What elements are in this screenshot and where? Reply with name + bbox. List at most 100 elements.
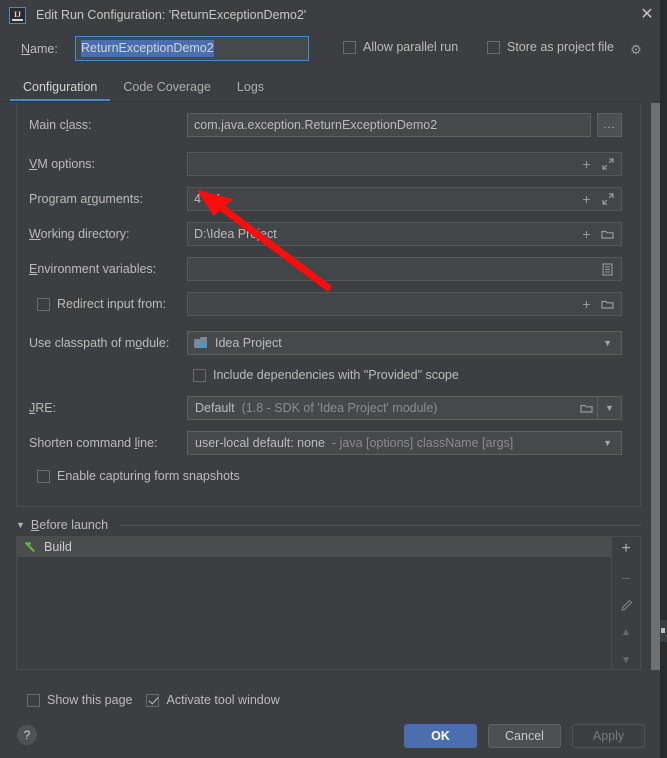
plus-icon[interactable]: + — [580, 192, 593, 206]
add-button[interactable]: + — [616, 541, 636, 557]
activate-tool-window-box — [146, 693, 160, 707]
name-input-value: ReturnExceptionDemo2 — [81, 40, 214, 57]
jre-row: JRE: Default (1.8 - SDK of 'Idea Project… — [17, 396, 642, 420]
folder-icon[interactable] — [580, 402, 593, 415]
list-item[interactable]: Build — [17, 537, 611, 557]
enable-capturing-box — [37, 469, 50, 483]
before-launch-header[interactable]: ▼ Before launch — [16, 516, 641, 534]
before-launch-toolbar: + – ▲ ▼ — [611, 537, 640, 669]
name-label: Name: — [21, 42, 58, 56]
include-provided-checkbox[interactable]: Include dependencies with "Provided" sco… — [193, 368, 459, 382]
chevron-down-icon[interactable]: ▼ — [16, 520, 25, 530]
gear-icon[interactable]: ⚙ — [629, 43, 643, 57]
working-directory-field[interactable]: D:\Idea Project + — [187, 222, 622, 246]
help-button[interactable]: ? — [17, 725, 37, 745]
jre-label: JRE: — [29, 401, 57, 415]
main-class-browse-button[interactable]: ... — [597, 113, 622, 137]
folder-icon[interactable] — [601, 228, 614, 241]
before-launch-title: Before launch — [30, 518, 109, 532]
list-item-label: Build — [44, 540, 72, 554]
tab-configuration[interactable]: Configuration — [10, 76, 111, 101]
environment-variables-label: Environment variables: — [29, 262, 157, 276]
window-right-edge — [660, 0, 667, 758]
main-class-field[interactable]: com.java.exception.ReturnExceptionDemo2 — [187, 113, 591, 137]
dialog-footer — [0, 716, 667, 758]
list-icon[interactable] — [601, 262, 614, 276]
allow-parallel-run-checkbox[interactable]: Allow parallel run — [343, 40, 458, 54]
working-directory-row: Working directory: D:\Idea Project + — [17, 222, 642, 246]
shorten-command-line-row: Shorten command line: user-local default… — [17, 431, 642, 455]
plus-icon[interactable]: + — [580, 297, 593, 311]
enable-capturing-label: Enable capturing form snapshots — [57, 469, 240, 483]
expand-icon[interactable] — [601, 158, 614, 171]
working-directory-label: Working directory: — [29, 227, 130, 241]
plus-icon[interactable]: + — [580, 157, 593, 171]
edit-button[interactable] — [616, 597, 636, 613]
show-this-page-box — [27, 693, 40, 707]
store-as-project-file-box — [487, 40, 500, 54]
allow-parallel-run-label: Allow parallel run — [363, 40, 459, 54]
environment-variables-field[interactable] — [187, 257, 622, 281]
redirect-input-box — [37, 297, 50, 311]
include-provided-label: Include dependencies with "Provided" sco… — [213, 368, 459, 382]
close-icon[interactable]: ✕ — [637, 5, 657, 25]
bottom-options: Show this page Activate tool window — [0, 690, 667, 710]
shorten-command-line-detail: - java [options] className [args] — [331, 436, 514, 450]
before-launch-divider — [120, 524, 641, 526]
module-icon — [194, 336, 208, 350]
main-class-label: Main class: — [29, 118, 92, 132]
tab-divider — [0, 101, 641, 102]
name-row: Name: ReturnExceptionDemo2 Allow paralle… — [0, 36, 667, 64]
tab-code-coverage[interactable]: Code Coverage — [110, 76, 224, 101]
configuration-panel: Main class: com.java.exception.ReturnExc… — [16, 103, 641, 507]
expand-icon[interactable] — [601, 193, 614, 206]
enable-capturing-checkbox[interactable]: Enable capturing form snapshots — [37, 469, 240, 483]
remove-button[interactable]: – — [616, 569, 636, 585]
chevron-down-icon[interactable]: ▼ — [597, 397, 621, 419]
use-classpath-label: Use classpath of module: — [29, 336, 170, 350]
run-configuration-dialog: IJ Edit Run Configuration: 'ReturnExcept… — [0, 0, 667, 758]
move-down-button[interactable]: ▼ — [616, 653, 636, 669]
dialog-titlebar: IJ Edit Run Configuration: 'ReturnExcept… — [0, 0, 667, 30]
name-input[interactable]: ReturnExceptionDemo2 — [75, 36, 309, 61]
plus-icon[interactable]: + — [580, 227, 593, 241]
program-arguments-field[interactable]: 4 4 1 + — [187, 187, 622, 211]
apply-button[interactable]: Apply — [572, 724, 645, 748]
scrollbar-thumb[interactable] — [651, 103, 660, 670]
cancel-button[interactable]: Cancel — [488, 724, 561, 748]
folder-icon[interactable] — [601, 298, 614, 311]
environment-variables-icons — [601, 262, 621, 276]
shorten-command-line-combo[interactable]: user-local default: none - java [options… — [187, 431, 622, 455]
jre-value: Default — [195, 401, 235, 415]
redirect-input-checkbox[interactable]: Redirect input from: — [37, 297, 166, 311]
jre-detail: (1.8 - SDK of 'Idea Project' module) — [241, 401, 438, 415]
editor-marker — [660, 620, 667, 642]
tab-logs[interactable]: Logs — [224, 76, 277, 101]
program-arguments-value: 4 4 1 — [194, 192, 222, 206]
store-as-project-file-checkbox[interactable]: Store as project file — [487, 40, 614, 54]
show-this-page-checkbox[interactable]: Show this page — [27, 693, 132, 707]
jre-combo[interactable]: Default (1.8 - SDK of 'Idea Project' mod… — [187, 396, 622, 420]
redirect-input-field[interactable]: + — [187, 292, 622, 316]
ok-button[interactable]: OK — [404, 724, 477, 748]
include-provided-box — [193, 368, 206, 382]
shorten-command-line-value: user-local default: none — [195, 436, 325, 450]
use-classpath-value: Idea Project — [215, 336, 282, 350]
main-class-value: com.java.exception.ReturnExceptionDemo2 — [194, 118, 438, 132]
dialog-title: Edit Run Configuration: 'ReturnException… — [36, 8, 307, 22]
chevron-down-icon[interactable]: ▼ — [603, 338, 621, 348]
hammer-icon — [24, 541, 37, 554]
chevron-down-icon[interactable]: ▼ — [603, 438, 621, 448]
before-launch-list[interactable]: Build — [17, 537, 611, 669]
working-directory-value: D:\Idea Project — [194, 227, 277, 241]
activate-tool-window-label: Activate tool window — [166, 693, 280, 707]
activate-tool-window-checkbox[interactable]: Activate tool window — [146, 693, 280, 707]
use-classpath-combo[interactable]: Idea Project ▼ — [187, 331, 622, 355]
redirect-input-label: Redirect input from: — [57, 297, 167, 311]
vertical-scrollbar[interactable] — [651, 103, 660, 670]
move-up-button[interactable]: ▲ — [616, 625, 636, 641]
environment-variables-row: Environment variables: — [17, 257, 642, 281]
shorten-command-line-label: Shorten command line: — [29, 436, 158, 450]
vm-options-field[interactable]: + — [187, 152, 622, 176]
program-arguments-label: Program arguments: — [29, 192, 143, 206]
